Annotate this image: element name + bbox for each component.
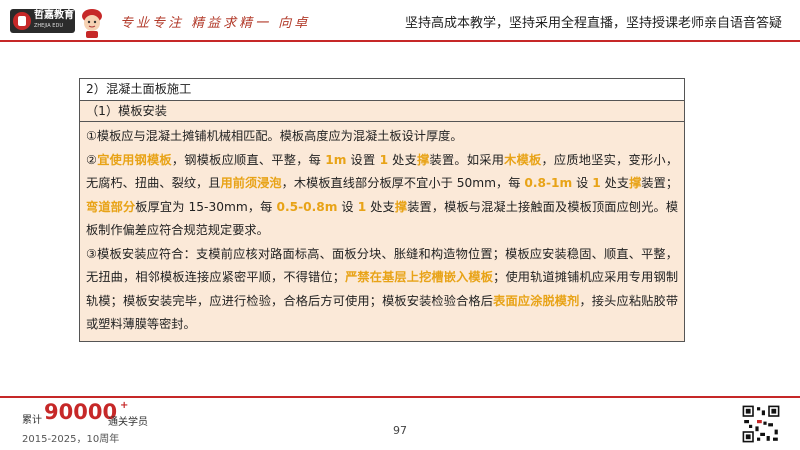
footer-divider: [0, 396, 800, 398]
content-body: ①模板应与混凝土摊铺机械相匹配。模板高度应为混凝土板设计厚度。 ②宜使用钢模板，…: [80, 122, 684, 341]
stat-label: 累计: [22, 415, 42, 426]
page-header: 哲嘉教育 ZHEJIA EDU 专业专注 精益求精一 向卓 坚持高成本教学，坚持…: [0, 0, 800, 48]
logo-subtext: ZHEJIA EDU: [34, 23, 63, 29]
paragraph-1: ①模板应与混凝土摊铺机械相匹配。模板高度应为混凝土板设计厚度。: [86, 129, 463, 143]
header-tagline: 坚持高成本教学，坚持采用全程直播，坚持授课老师亲自语音答疑: [404, 16, 782, 31]
paragraph-3: ③模板安装应符合：支模前应核对路面标高、面板分块、胀缝和构造物位置；模板应安装稳…: [86, 246, 679, 332]
stat-plus: +: [120, 400, 129, 411]
section-title: 2）混凝土面板施工: [80, 79, 684, 101]
brand-logo: 哲嘉教育 ZHEJIA EDU: [10, 9, 75, 33]
stat-number: 90000: [44, 400, 118, 424]
page-number: 97: [393, 424, 407, 437]
mascot-icon: [82, 9, 102, 38]
logo-text: 哲嘉教育: [34, 10, 74, 21]
anniversary-years: 2015-2025，10周年: [22, 434, 120, 445]
paragraph-2: ②宜使用钢模板，钢模板应顺直、平整，每 1m 设置 1 处支撑装置。如采用木模板…: [86, 152, 679, 238]
subsection-title: （1）模板安装: [80, 101, 684, 122]
header-divider: [0, 40, 800, 42]
content-table: 2）混凝土面板施工 （1）模板安装 ①模板应与混凝土摊铺机械相匹配。模板高度应为…: [79, 78, 685, 342]
qr-code-icon: [741, 404, 781, 444]
handwritten-slogan: 专业专注 精益求精一 向卓: [120, 16, 311, 31]
stat-suffix: 通关学员: [108, 417, 148, 428]
logo-icon: [13, 12, 31, 30]
